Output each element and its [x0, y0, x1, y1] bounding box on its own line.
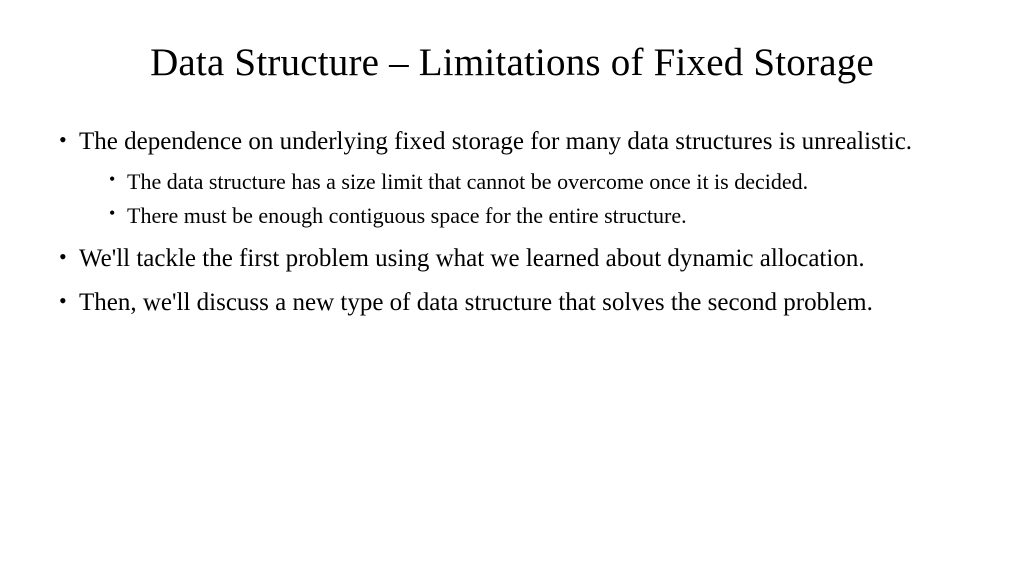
- sub-bullet-item: There must be enough contiguous space fo…: [107, 202, 969, 230]
- sub-bullet-text: There must be enough contiguous space fo…: [127, 203, 687, 228]
- slide-title: Data Structure – Limitations of Fixed St…: [55, 40, 969, 85]
- sub-bullet-item: The data structure has a size limit that…: [107, 168, 969, 196]
- bullet-text: Then, we'll discuss a new type of data s…: [79, 289, 873, 316]
- bullet-text: The dependence on underlying fixed stora…: [79, 128, 912, 155]
- bullet-item: We'll tackle the first problem using wha…: [55, 244, 969, 275]
- sub-bullet-list: The data structure has a size limit that…: [79, 168, 969, 230]
- bullet-item: The dependence on underlying fixed stora…: [55, 127, 969, 230]
- slide-content: The dependence on underlying fixed stora…: [55, 127, 969, 319]
- bullet-text: We'll tackle the first problem using wha…: [79, 245, 865, 272]
- bullet-item: Then, we'll discuss a new type of data s…: [55, 288, 969, 319]
- bullet-list: The dependence on underlying fixed stora…: [55, 127, 969, 319]
- sub-bullet-text: The data structure has a size limit that…: [127, 169, 808, 194]
